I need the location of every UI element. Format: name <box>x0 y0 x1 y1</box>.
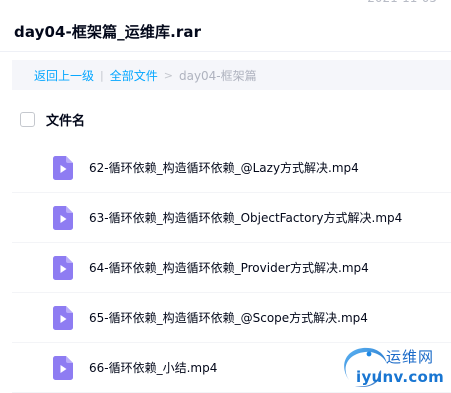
watermark-text-cn: 运维网 <box>386 348 435 366</box>
column-header-filename[interactable]: 文件名 <box>46 110 85 129</box>
all-files-link[interactable]: 全部文件 <box>110 67 158 84</box>
breadcrumb-separator: | <box>100 68 104 82</box>
breadcrumb: 返回上一级 | 全部文件 > day04-框架篇 <box>12 60 451 90</box>
select-all-checkbox[interactable] <box>20 111 35 127</box>
title-row: day04-框架篇_运维库.rar <box>14 20 201 42</box>
video-file-icon <box>53 305 73 330</box>
video-file-icon <box>53 155 73 180</box>
file-row[interactable]: 65-循环依赖_构造循环依赖_@Scope方式解决.mp4 <box>12 293 451 343</box>
file-row[interactable]: 62-循环依赖_构造循环依赖_@Lazy方式解决.mp4 <box>12 143 451 193</box>
header-divider <box>0 51 451 52</box>
file-name[interactable]: 64-循环依赖_构造循环依赖_Provider方式解决.mp4 <box>89 259 369 276</box>
file-name[interactable]: 63-循环依赖_构造循环依赖_ObjectFactory方式解决.mp4 <box>89 209 402 226</box>
top-strip: 2021-11-05 <box>0 0 451 6</box>
file-row[interactable]: 64-循环依赖_构造循环依赖_Provider方式解决.mp4 <box>12 243 451 293</box>
file-name[interactable]: 66-循环依赖_小结.mp4 <box>89 359 217 376</box>
video-file-icon <box>53 355 73 380</box>
file-name[interactable]: 62-循环依赖_构造循环依赖_@Lazy方式解决.mp4 <box>89 159 359 176</box>
back-link[interactable]: 返回上一级 <box>34 67 94 84</box>
breadcrumb-current: day04-框架篇 <box>178 68 257 83</box>
video-file-icon <box>53 205 73 230</box>
watermark-url: iyunv.com <box>356 368 445 386</box>
top-cut-text: 2021-11-05 <box>367 0 437 5</box>
page-title: day04-框架篇_运维库.rar <box>14 22 202 41</box>
file-row[interactable]: 63-循环依赖_构造循环依赖_ObjectFactory方式解决.mp4 <box>12 193 451 243</box>
file-name[interactable]: 65-循环依赖_构造循环依赖_@Scope方式解决.mp4 <box>89 309 368 326</box>
breadcrumb-chevron: > <box>163 68 173 82</box>
list-header: 文件名 <box>20 110 85 129</box>
video-file-icon <box>53 255 73 280</box>
